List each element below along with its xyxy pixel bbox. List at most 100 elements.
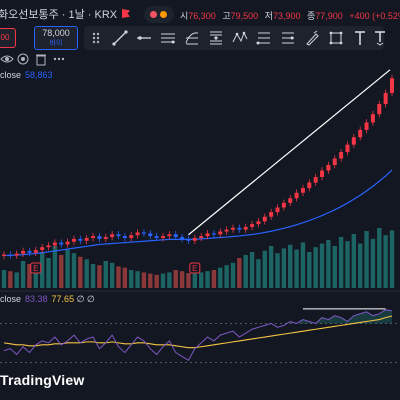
volume-bar (84, 259, 89, 288)
volume-bar (78, 256, 83, 288)
candle (237, 227, 242, 230)
volume-bar (326, 240, 331, 288)
candle (326, 165, 331, 171)
volume-bar (148, 273, 153, 288)
volume-bar (192, 273, 198, 288)
volume-bar (281, 248, 287, 288)
volume-bar (116, 266, 121, 288)
volume-bar (268, 246, 274, 288)
candle (110, 234, 115, 238)
volume-bar (275, 253, 280, 288)
candle (275, 207, 280, 213)
volume-bar (109, 262, 115, 288)
volume-bar (249, 252, 255, 288)
candle (300, 188, 305, 193)
candle (358, 129, 363, 138)
candle (294, 192, 299, 199)
candle (91, 236, 96, 238)
candle (370, 114, 375, 123)
candle (383, 92, 388, 105)
volume-bar (338, 237, 344, 288)
volume-bar (262, 250, 267, 288)
volume-bar (205, 271, 210, 288)
volume-bar (71, 253, 77, 288)
candle (2, 254, 6, 256)
candle (218, 231, 223, 235)
volume-bar (357, 243, 363, 288)
rsi-legend[interactable]: close 83.38 77.65 ∅ ∅ (0, 294, 95, 305)
volume-bar (256, 259, 261, 288)
volume-bar (377, 228, 382, 288)
candle (40, 247, 45, 250)
candle (173, 234, 178, 238)
candle (135, 232, 140, 236)
volume-bar (122, 267, 128, 288)
candle (154, 236, 159, 238)
candle (52, 242, 57, 246)
candle (192, 237, 197, 241)
candle (262, 216, 267, 222)
volume-bar (300, 242, 306, 288)
candle (377, 104, 382, 115)
volume-bar (20, 261, 26, 288)
volume-bar (345, 241, 350, 288)
candle (307, 182, 312, 189)
candle (199, 236, 204, 238)
volume-bar (243, 255, 248, 288)
candle (345, 144, 350, 153)
candle (364, 122, 369, 130)
candle (351, 137, 356, 145)
volume-bar (186, 273, 191, 288)
volume-bar (167, 272, 172, 288)
volume-bar (97, 265, 102, 288)
candle (84, 237, 89, 241)
volume-bar (230, 262, 236, 288)
candle (27, 250, 32, 253)
volume-bar (59, 255, 64, 288)
event-marker-label: E (192, 264, 197, 273)
candle (180, 237, 185, 239)
volume-bar (237, 258, 242, 288)
volume-bar (383, 235, 388, 288)
candle (320, 170, 325, 178)
candle (33, 249, 38, 253)
volume-bar (129, 270, 134, 288)
candle (288, 198, 293, 203)
volume-bar (288, 244, 293, 288)
volume-bar (218, 267, 223, 288)
candle (59, 242, 64, 245)
volume-bar (370, 238, 376, 288)
candle (332, 158, 337, 165)
candle (122, 236, 127, 238)
volume-bar (389, 230, 395, 288)
trend-line[interactable] (188, 69, 391, 236)
volume-bar (224, 265, 229, 288)
volume-bar (211, 270, 217, 288)
volume-bar (65, 249, 70, 288)
candle (14, 253, 19, 256)
price-chart[interactable]: EE (0, 0, 400, 400)
volume-bar (8, 271, 13, 288)
volume-bar (1, 270, 7, 288)
volume-bar (46, 258, 51, 288)
volume-bar (198, 272, 204, 288)
candle (129, 235, 134, 238)
tradingview-logo: TradingView (0, 372, 85, 388)
candle (161, 236, 166, 238)
volume-bar (141, 272, 147, 288)
volume-bar (103, 261, 108, 288)
candle (211, 233, 216, 235)
candle (116, 234, 121, 237)
candle (339, 152, 344, 159)
candle (256, 221, 261, 225)
volume-bar (154, 274, 159, 288)
candle (230, 227, 235, 230)
candle (250, 224, 255, 227)
volume-bar (160, 273, 166, 288)
volume-bar (332, 246, 337, 288)
rsi-label: close (0, 294, 22, 304)
volume-bar (179, 271, 185, 288)
candle (21, 250, 26, 254)
candle (186, 238, 191, 241)
volume-bar (364, 231, 369, 288)
